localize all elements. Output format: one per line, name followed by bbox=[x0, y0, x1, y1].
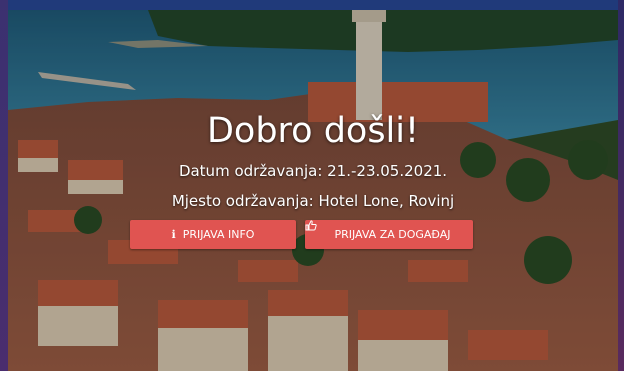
event-location: Mjesto održavanja: Hotel Lone, Rovinj bbox=[171, 192, 455, 210]
registration-info-button[interactable]: ℹ PRIJAVA INFO bbox=[130, 220, 296, 249]
page-title: Dobro došli! bbox=[206, 111, 420, 151]
info-icon: ℹ bbox=[171, 228, 176, 241]
left-edge bbox=[0, 0, 8, 371]
page: Dobro došli! Datum održavanja: 21.-23.05… bbox=[0, 0, 624, 371]
hero-banner: Dobro došli! Datum održavanja: 21.-23.05… bbox=[8, 10, 618, 371]
event-registration-button[interactable]: PRIJAVA ZA DOGAĐAJ bbox=[305, 220, 473, 249]
top-bar bbox=[0, 0, 624, 10]
event-date: Datum održavanja: 21.-23.05.2021. bbox=[178, 162, 448, 180]
registration-info-label: PRIJAVA INFO bbox=[182, 228, 255, 241]
hero-overlay bbox=[8, 10, 618, 371]
event-registration-label: PRIJAVA ZA DOGAĐAJ bbox=[334, 228, 451, 241]
right-edge bbox=[618, 0, 624, 371]
